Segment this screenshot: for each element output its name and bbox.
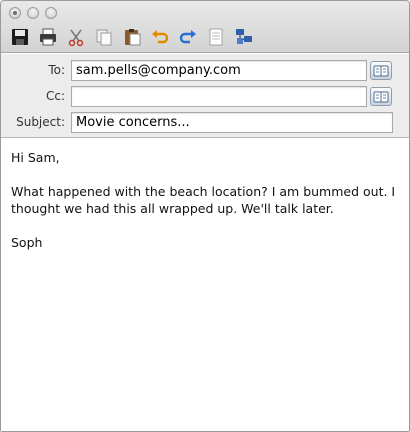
- window-controls: [9, 7, 57, 19]
- clipboard-icon: [125, 29, 141, 46]
- copy-button[interactable]: [93, 27, 115, 47]
- subject-field[interactable]: Movie concerns...: [71, 112, 393, 133]
- body-line: thought we had this all wrapped up. We'l…: [11, 201, 334, 216]
- toolbar: [9, 27, 255, 47]
- message-body[interactable]: Hi Sam, What happened with the beach loc…: [1, 139, 409, 431]
- redo-icon: [179, 30, 196, 44]
- network-button[interactable]: [233, 27, 255, 47]
- scissors-icon: [68, 29, 84, 47]
- cut-button[interactable]: [65, 27, 87, 47]
- body-signature: Soph: [11, 235, 43, 250]
- address-book-icon: [373, 65, 389, 76]
- copy-icon: [96, 29, 112, 46]
- undo-button[interactable]: [149, 27, 171, 47]
- paste-button[interactable]: [121, 27, 143, 47]
- minimize-window-button[interactable]: [27, 7, 39, 19]
- to-label: To:: [48, 63, 65, 77]
- print-button[interactable]: [37, 27, 59, 47]
- save-button[interactable]: [9, 27, 31, 47]
- attach-button[interactable]: [205, 27, 227, 47]
- document-icon: [209, 28, 223, 46]
- undo-icon: [152, 30, 169, 44]
- cc-row: Cc:: [1, 86, 409, 108]
- close-window-button[interactable]: [9, 7, 21, 19]
- body-line: What happened with the beach location? I…: [11, 184, 396, 199]
- address-book-icon: [373, 91, 389, 102]
- compose-window: To: sam.pells@company.com Cc: Subject: M…: [0, 0, 410, 432]
- message-header-fields: To: sam.pells@company.com Cc: Subject: M…: [1, 54, 409, 138]
- printer-icon: [40, 28, 56, 46]
- subject-label: Subject:: [16, 115, 65, 129]
- to-field[interactable]: sam.pells@company.com: [71, 60, 367, 81]
- cc-address-book-button[interactable]: [370, 87, 392, 106]
- window-toolbar: [1, 1, 409, 53]
- floppy-disk-icon: [12, 29, 28, 45]
- redo-button[interactable]: [177, 27, 199, 47]
- to-address-book-button[interactable]: [370, 61, 392, 80]
- cc-label: Cc:: [45, 89, 65, 103]
- body-greeting: Hi Sam,: [11, 150, 60, 165]
- to-row: To: sam.pells@company.com: [1, 60, 409, 82]
- zoom-window-button[interactable]: [45, 7, 57, 19]
- cc-field[interactable]: [71, 86, 367, 107]
- subject-row: Subject: Movie concerns...: [1, 112, 409, 134]
- network-icon: [236, 29, 252, 44]
